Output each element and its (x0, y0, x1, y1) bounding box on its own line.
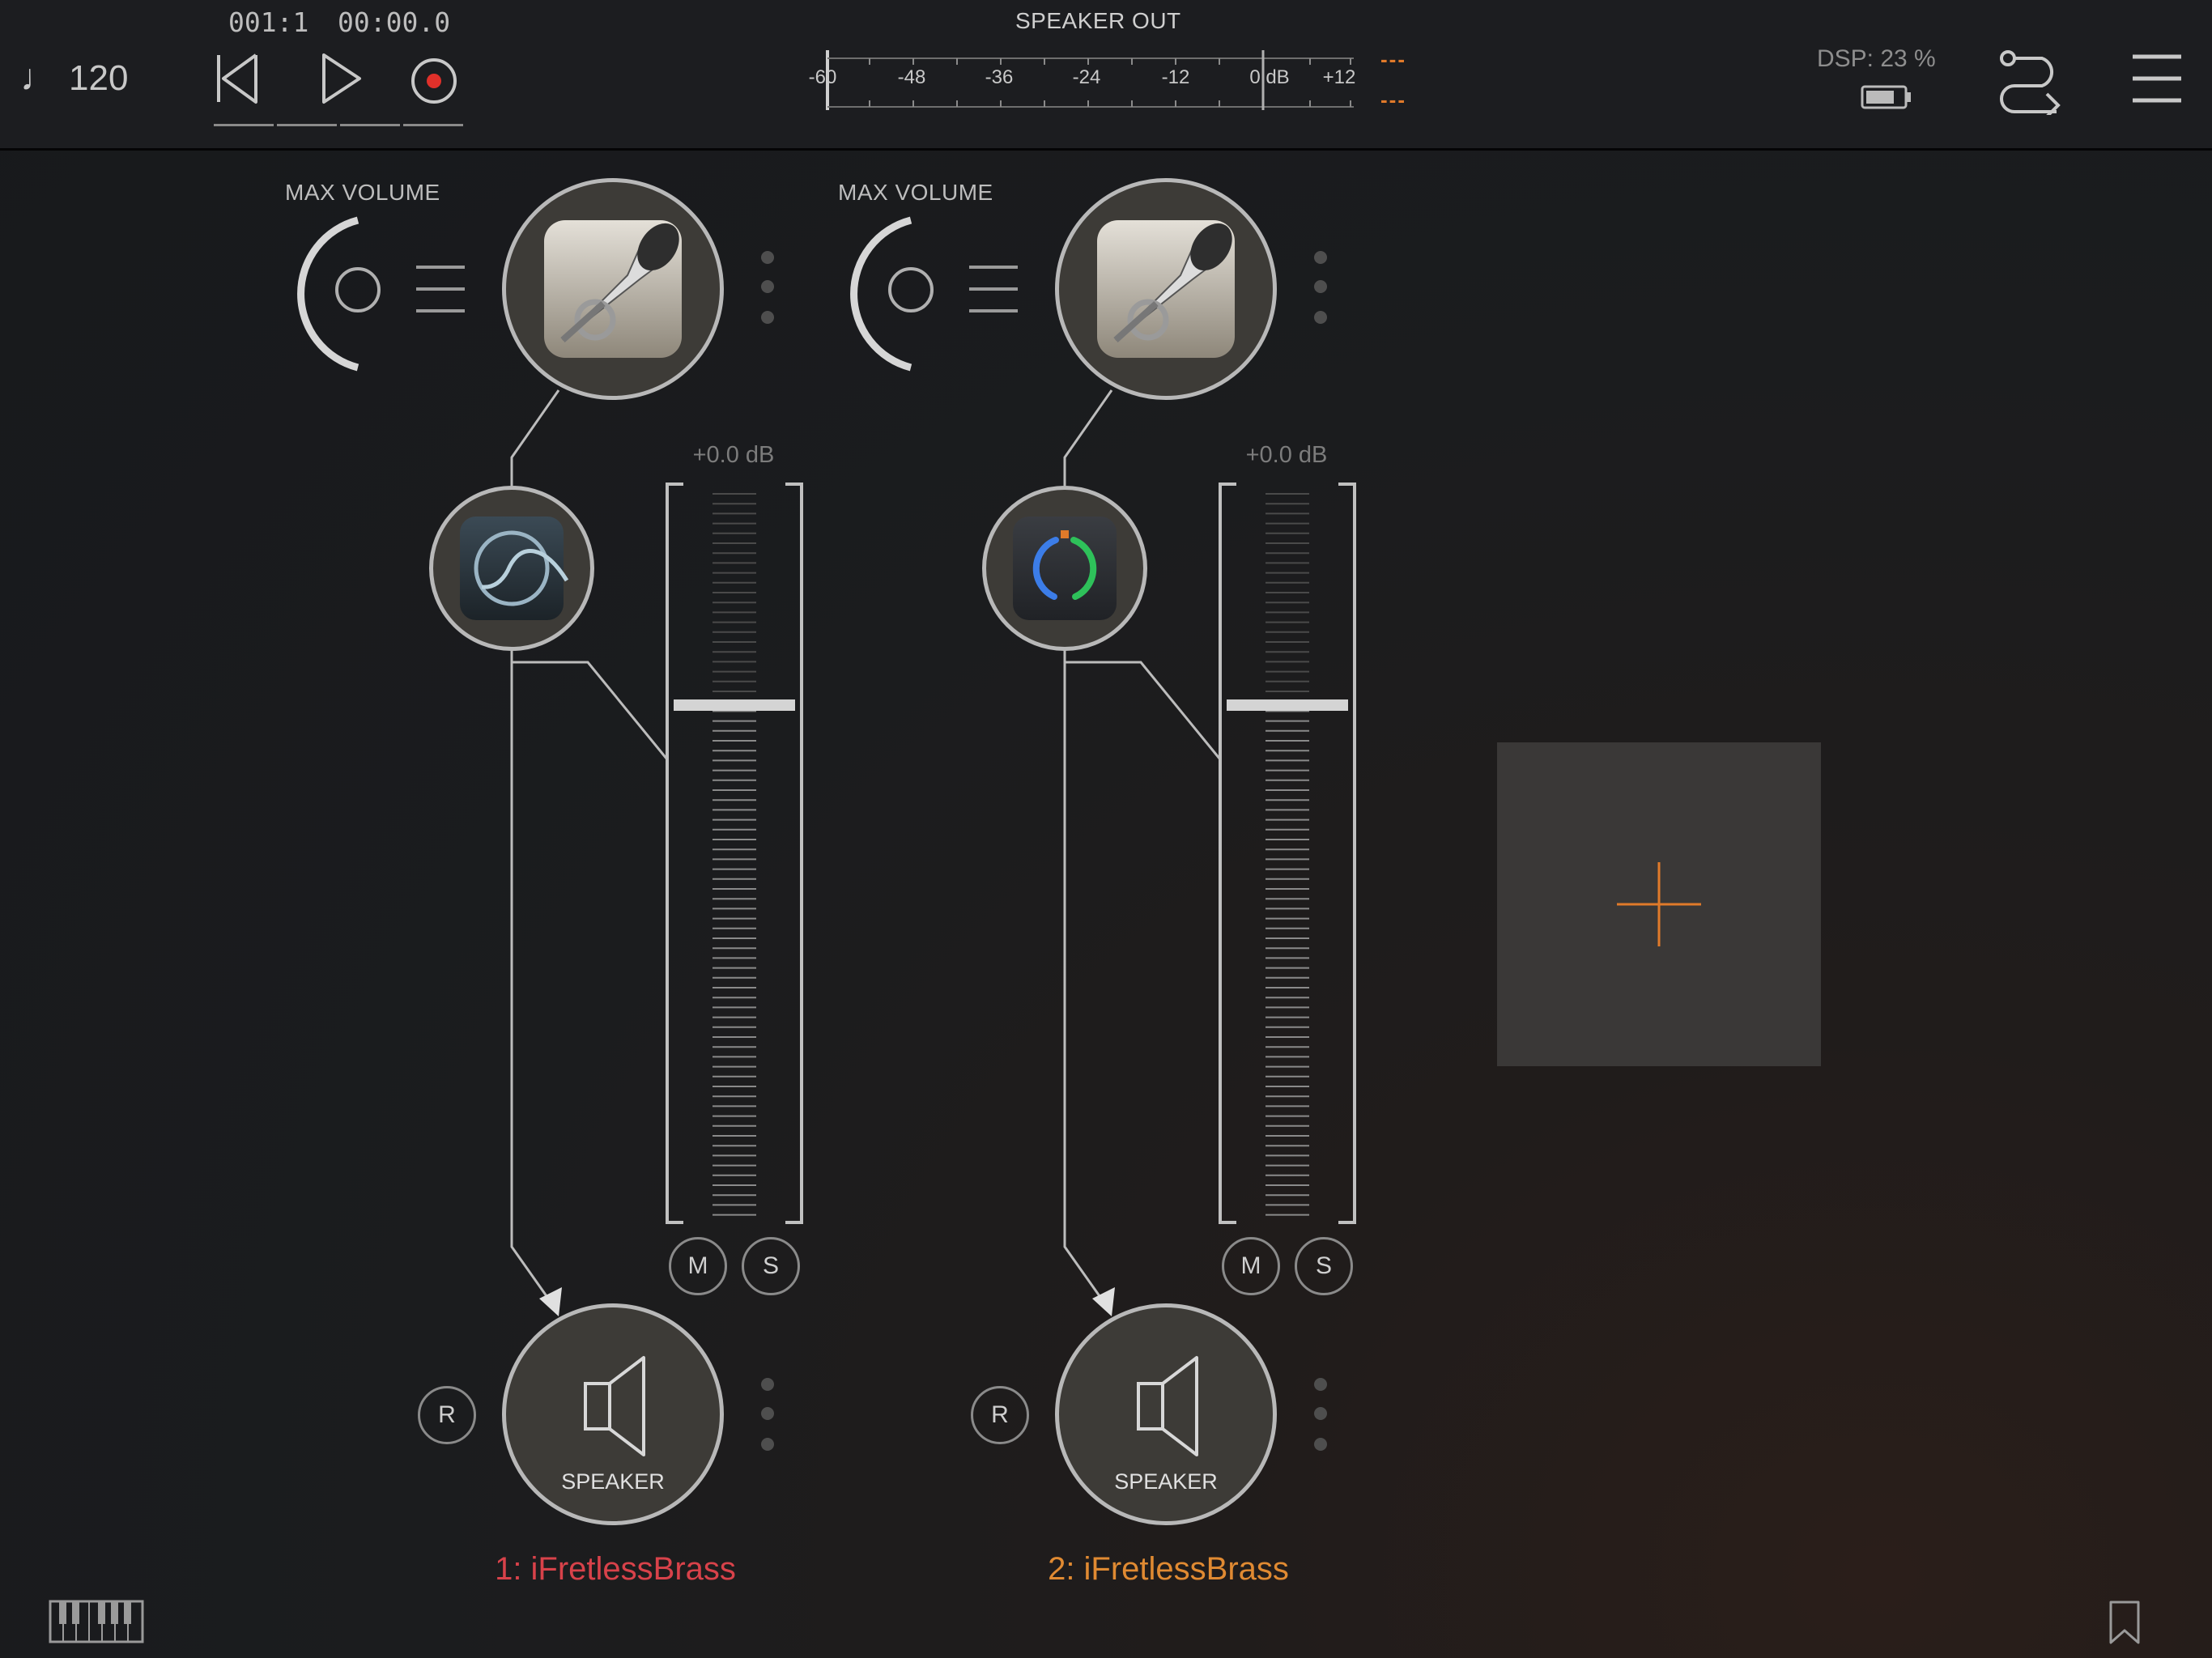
max-volume-label: MAX VOLUME (285, 180, 440, 205)
max-volume-knob[interactable] (275, 214, 381, 372)
instrument-list-button[interactable] (969, 264, 1018, 314)
output-label: SPEAKER (1114, 1469, 1218, 1494)
add-channel-button[interactable] (1497, 742, 1821, 1066)
bookmark-button[interactable] (2108, 1600, 2141, 1645)
solo-button[interactable]: S (1295, 1237, 1353, 1295)
instrument-list-button[interactable] (416, 264, 465, 314)
track-name[interactable]: 2: iFretlessBrass (1048, 1551, 1289, 1588)
peak-right: --- (1380, 87, 1406, 112)
routing-button[interactable] (1997, 49, 2061, 118)
battery-icon (1861, 84, 1912, 110)
fader-track (1219, 483, 1356, 1224)
bookmark-icon (2109, 1601, 2140, 1644)
compressor-knob-icon (1013, 517, 1117, 620)
volume-fader[interactable] (1217, 483, 1358, 1224)
mute-button[interactable]: M (1222, 1237, 1280, 1295)
max-volume-label: MAX VOLUME (838, 180, 993, 205)
max-volume-knob[interactable] (828, 214, 934, 372)
output-node[interactable]: SPEAKER (1055, 1303, 1277, 1525)
record-arm-button[interactable]: R (418, 1386, 476, 1444)
volume-arc-icon (850, 216, 934, 372)
dsp-load: DSP: 23 % (1817, 45, 1936, 72)
list-icon (416, 266, 465, 312)
list-icon (969, 266, 1018, 312)
plus-icon (1617, 862, 1701, 946)
gain-value: +0.0 dB (1245, 442, 1328, 468)
peak-left: --- (1380, 47, 1406, 71)
volume-arc-icon (297, 216, 381, 372)
routing-icon (2000, 50, 2061, 118)
hamburger-menu-icon (2133, 54, 2181, 103)
menu-button[interactable] (2131, 52, 2183, 105)
record-arm-button[interactable]: R (971, 1386, 1029, 1444)
channel-strip-2: MAX VOLUME +0.0 dB M S R SPEAKER 2: iFre… (553, 0, 1363, 1658)
keyboard-button[interactable] (49, 1600, 144, 1643)
fader-thumb[interactable] (1227, 699, 1348, 711)
trumpet-icon (1097, 220, 1235, 358)
instrument-node[interactable] (1055, 178, 1277, 400)
piano-keyboard-icon (49, 1600, 144, 1643)
effect-node[interactable] (982, 486, 1147, 651)
